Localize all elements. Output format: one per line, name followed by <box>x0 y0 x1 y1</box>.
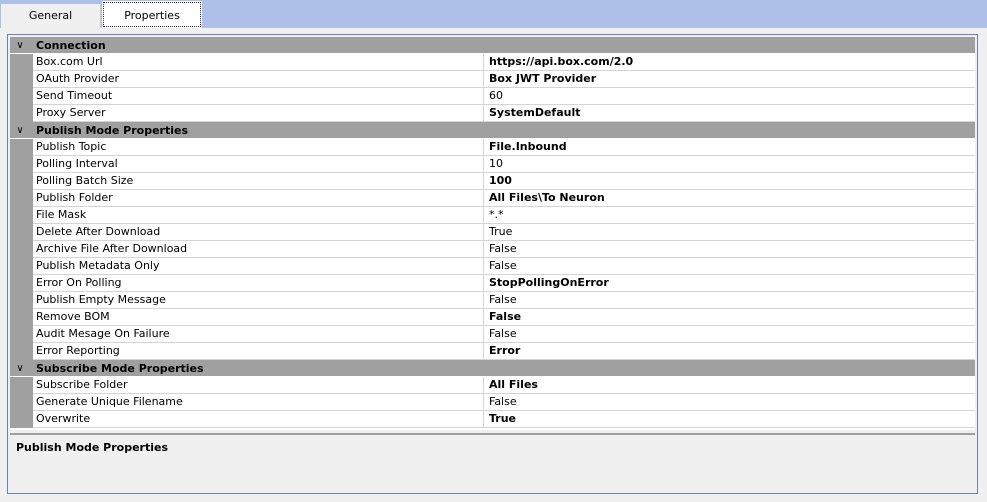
row-gutter <box>10 292 33 309</box>
property-row[interactable]: Subscribe Folder All Files <box>10 377 975 394</box>
row-gutter <box>10 207 33 224</box>
property-row[interactable]: Error On Polling StopPollingOnError <box>10 275 975 292</box>
property-value[interactable]: 100 <box>484 173 975 190</box>
property-label[interactable]: Publish Topic <box>33 139 484 156</box>
category-title: Publish Mode Properties <box>36 124 189 137</box>
row-gutter <box>10 411 33 428</box>
property-label[interactable]: Polling Interval <box>33 156 484 173</box>
property-label[interactable]: Subscribe Folder <box>33 377 484 394</box>
property-label[interactable]: Publish Metadata Only <box>33 258 484 275</box>
category-header[interactable]: ∨ Connection <box>10 37 975 54</box>
row-gutter <box>10 224 33 241</box>
property-row[interactable]: Polling Interval 10 <box>10 156 975 173</box>
category-title: Connection <box>36 39 106 52</box>
row-gutter <box>10 156 33 173</box>
property-label[interactable]: Error Reporting <box>33 343 484 360</box>
property-label[interactable]: Archive File After Download <box>33 241 484 258</box>
property-value[interactable]: False <box>484 292 975 309</box>
property-value[interactable]: False <box>484 309 975 326</box>
property-row[interactable]: Publish Folder All Files\To Neuron <box>10 190 975 207</box>
row-gutter <box>10 377 33 394</box>
row-gutter <box>10 105 33 122</box>
property-value[interactable]: True <box>484 224 975 241</box>
chevron-down-icon[interactable]: ∨ <box>13 122 27 139</box>
property-row[interactable]: Publish Empty Message False <box>10 292 975 309</box>
help-title: Publish Mode Properties <box>16 441 169 454</box>
property-label[interactable]: Error On Polling <box>33 275 484 292</box>
row-gutter <box>10 190 33 207</box>
property-row[interactable]: Overwrite True <box>10 411 975 428</box>
property-value[interactable]: https://api.box.com/2.0 <box>484 54 975 71</box>
property-row[interactable]: Polling Batch Size 100 <box>10 173 975 190</box>
tab-general[interactable]: General <box>1 4 101 28</box>
property-label[interactable]: File Mask <box>33 207 484 224</box>
property-row[interactable]: Archive File After Download False <box>10 241 975 258</box>
help-pane: Publish Mode Properties <box>10 433 975 491</box>
row-gutter <box>10 71 33 88</box>
row-gutter <box>10 309 33 326</box>
property-row[interactable]: File Mask *.* <box>10 207 975 224</box>
property-value[interactable]: False <box>484 394 975 411</box>
property-value[interactable]: All Files\To Neuron <box>484 190 975 207</box>
chevron-down-icon[interactable]: ∨ <box>13 360 27 377</box>
property-row[interactable]: OAuth Provider Box JWT Provider <box>10 71 975 88</box>
property-row[interactable]: Send Timeout 60 <box>10 88 975 105</box>
property-label[interactable]: Audit Mesage On Failure <box>33 326 484 343</box>
property-label[interactable]: Polling Batch Size <box>33 173 484 190</box>
property-row[interactable]: Audit Mesage On Failure False <box>10 326 975 343</box>
property-row[interactable]: Error Reporting Error <box>10 343 975 360</box>
property-value[interactable]: 60 <box>484 88 975 105</box>
category-title: Subscribe Mode Properties <box>36 362 204 375</box>
property-value[interactable]: SystemDefault <box>484 105 975 122</box>
property-row[interactable]: Publish Topic File.Inbound <box>10 139 975 156</box>
property-row[interactable]: Delete After Download True <box>10 224 975 241</box>
property-value[interactable]: False <box>484 241 975 258</box>
property-row[interactable]: Box.com Url https://api.box.com/2.0 <box>10 54 975 71</box>
property-label[interactable]: Send Timeout <box>33 88 484 105</box>
row-gutter <box>10 54 33 71</box>
property-value[interactable]: StopPollingOnError <box>484 275 975 292</box>
row-gutter <box>10 258 33 275</box>
property-grid: ∨ Connection Box.com Url https://api.box.co… <box>10 37 975 430</box>
property-value[interactable]: Box JWT Provider <box>484 71 975 88</box>
property-label[interactable]: OAuth Provider <box>33 71 484 88</box>
property-row[interactable]: Proxy Server SystemDefault <box>10 105 975 122</box>
property-value[interactable]: *.* <box>484 207 975 224</box>
properties-panel: ∨ Connection Box.com Url https://api.box.co… <box>7 34 978 494</box>
row-gutter <box>10 343 33 360</box>
row-gutter <box>10 326 33 343</box>
row-gutter <box>10 139 33 156</box>
property-value[interactable]: False <box>484 258 975 275</box>
chevron-down-icon[interactable]: ∨ <box>13 37 27 54</box>
row-gutter <box>10 173 33 190</box>
property-label[interactable]: Delete After Download <box>33 224 484 241</box>
property-value[interactable]: File.Inbound <box>484 139 975 156</box>
property-label[interactable]: Publish Folder <box>33 190 484 207</box>
row-gutter <box>10 241 33 258</box>
property-row[interactable]: Publish Metadata Only False <box>10 258 975 275</box>
property-label[interactable]: Overwrite <box>33 411 484 428</box>
property-value[interactable]: True <box>484 411 975 428</box>
property-value[interactable]: 10 <box>484 156 975 173</box>
property-value[interactable]: All Files <box>484 377 975 394</box>
property-label[interactable]: Publish Empty Message <box>33 292 484 309</box>
tab-strip: General Properties <box>0 0 987 28</box>
property-value[interactable]: Error <box>484 343 975 360</box>
property-label[interactable]: Proxy Server <box>33 105 484 122</box>
row-gutter <box>10 88 33 105</box>
property-row[interactable]: Remove BOM False <box>10 309 975 326</box>
category-header[interactable]: ∨ Subscribe Mode Properties <box>10 360 975 377</box>
property-label[interactable]: Box.com Url <box>33 54 484 71</box>
row-gutter <box>10 275 33 292</box>
property-label[interactable]: Remove BOM <box>33 309 484 326</box>
property-row[interactable]: Generate Unique Filename False <box>10 394 975 411</box>
property-value[interactable]: False <box>484 326 975 343</box>
category-header[interactable]: ∨ Publish Mode Properties <box>10 122 975 139</box>
property-label[interactable]: Generate Unique Filename <box>33 394 484 411</box>
row-gutter <box>10 394 33 411</box>
tab-properties[interactable]: Properties <box>102 1 202 28</box>
